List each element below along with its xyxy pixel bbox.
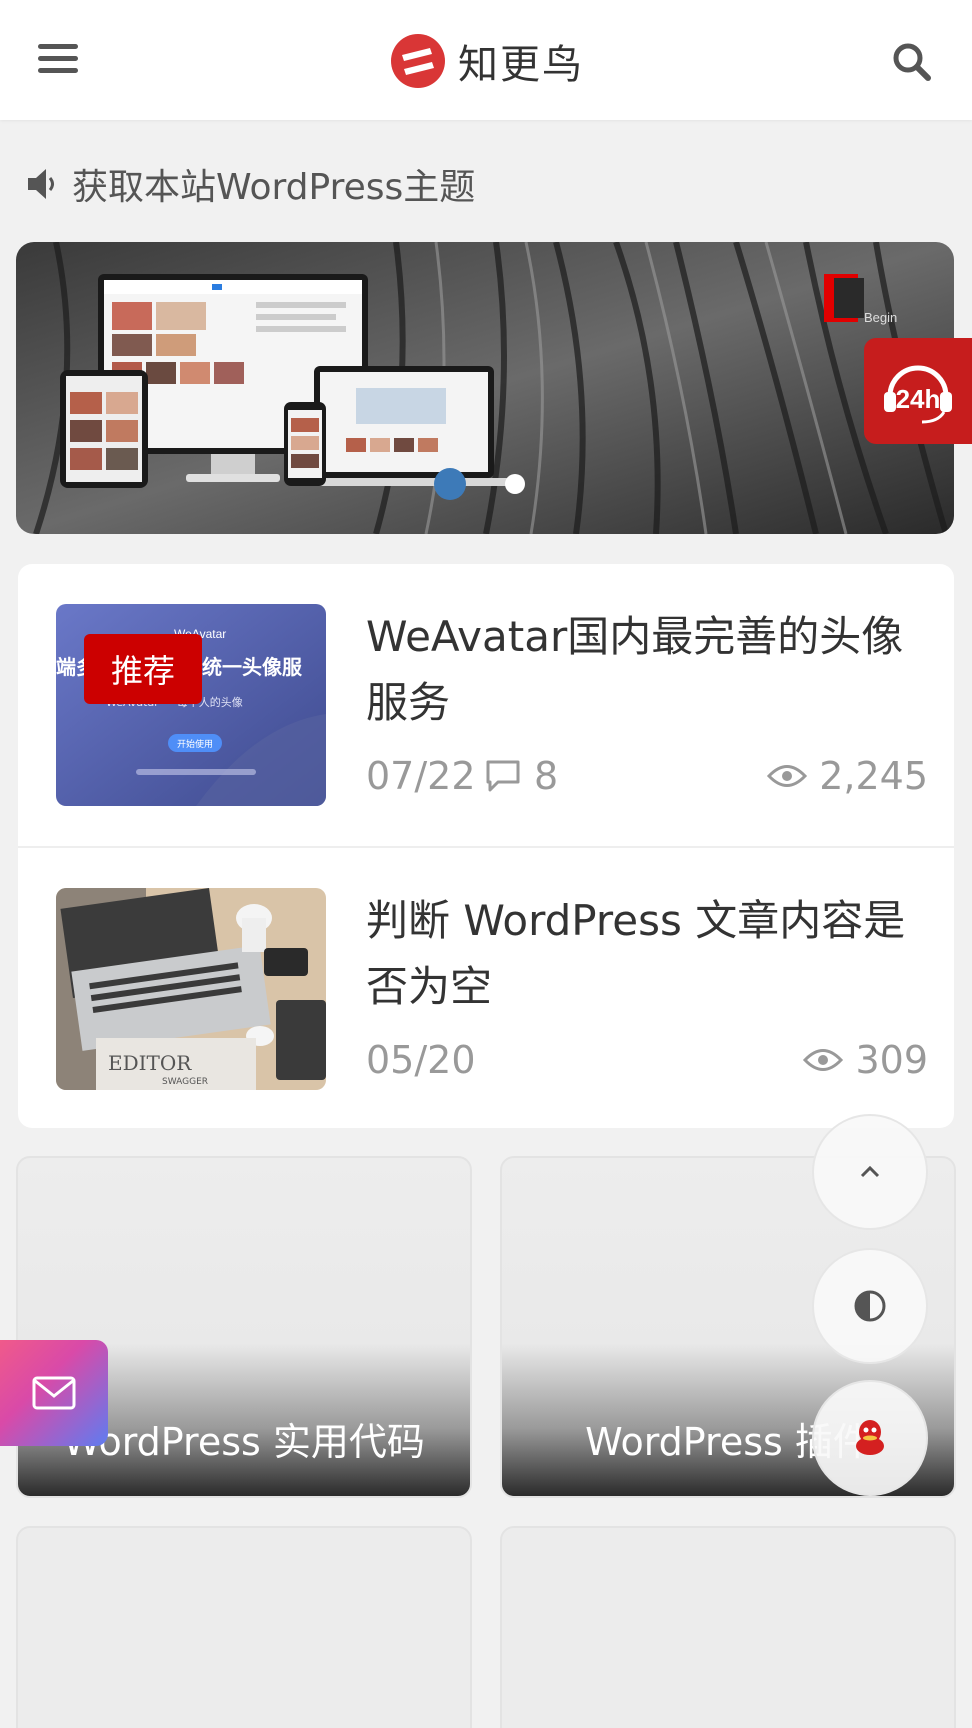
view-count: 2,245 (819, 754, 928, 798)
slider-dot[interactable] (505, 474, 525, 494)
post-item[interactable]: EDITOR SWAGGER 判断 WordPress 文章内容是否为空 05/… (18, 846, 954, 1128)
thumb-headline: 统一头像服 (202, 655, 303, 679)
mail-icon (32, 1376, 76, 1410)
post-item[interactable]: WeAvatar 端多 统一头像服 WeAvatar — 每个人的头像 开始使用… (18, 564, 954, 846)
category-card[interactable]: WordPress 实用代码 (16, 1156, 472, 1498)
post-thumbnail[interactable]: EDITOR SWAGGER (56, 888, 326, 1090)
view-count: 309 (855, 1038, 928, 1082)
comment-count: 8 (534, 754, 559, 798)
post-date: 05/20 (366, 1038, 476, 1082)
qq-icon (856, 1420, 884, 1455)
post-date: 07/22 (366, 754, 476, 798)
post-meta: 05/20 309 (366, 1038, 928, 1088)
post-views: 309 (803, 1038, 928, 1082)
contact-mail-button[interactable] (0, 1340, 108, 1446)
customer-service-button[interactable]: 24h (864, 338, 972, 444)
contrast-icon (854, 1290, 886, 1322)
banner-slider[interactable]: Begin (16, 242, 954, 534)
post-title[interactable]: WeAvatar国内最完善的头像服务 (366, 604, 926, 736)
scroll-top-button[interactable] (812, 1114, 928, 1230)
slider-dot-active[interactable] (434, 468, 466, 500)
post-title[interactable]: 判断 WordPress 文章内容是否为空 (366, 888, 926, 1020)
eye-icon (803, 1049, 844, 1071)
speaker-icon (28, 169, 54, 199)
site-logo[interactable]: 知更鸟 (390, 32, 584, 90)
service-label: 24h (896, 384, 941, 414)
recommend-tag[interactable]: 推荐 (84, 634, 202, 704)
thumb-book-sub: SWAGGER (162, 1077, 208, 1087)
post-meta: 07/22 8 2,245 (366, 754, 928, 804)
post-list: WeAvatar 端多 统一头像服 WeAvatar — 每个人的头像 开始使用… (18, 564, 954, 1128)
notice-text: 获取本站WordPress主题 (72, 167, 476, 208)
site-header: 知更鸟 (0, 0, 972, 120)
theme-toggle-button[interactable] (812, 1248, 928, 1364)
thumb-book: EDITOR (108, 1051, 192, 1075)
banner-badge: Begin (864, 310, 897, 325)
category-card[interactable] (500, 1526, 956, 1728)
headset-icon: 24h (884, 365, 952, 424)
post-views: 2,245 (767, 754, 928, 798)
post-comments[interactable]: 8 (484, 754, 558, 798)
category-card[interactable] (16, 1526, 472, 1728)
notice-bar[interactable]: 获取本站WordPress主题 (26, 160, 475, 208)
menu-icon[interactable] (38, 44, 78, 76)
chevron-up-icon (860, 1165, 880, 1178)
search-icon[interactable] (890, 40, 934, 84)
thumb-button: 开始使用 (177, 738, 213, 750)
site-name: 知更鸟 (458, 42, 584, 88)
qq-contact-button[interactable] (812, 1380, 928, 1496)
banner-image: Begin (16, 242, 954, 534)
eye-icon (767, 765, 808, 787)
comment-icon (486, 760, 520, 792)
logo-icon (391, 34, 445, 88)
